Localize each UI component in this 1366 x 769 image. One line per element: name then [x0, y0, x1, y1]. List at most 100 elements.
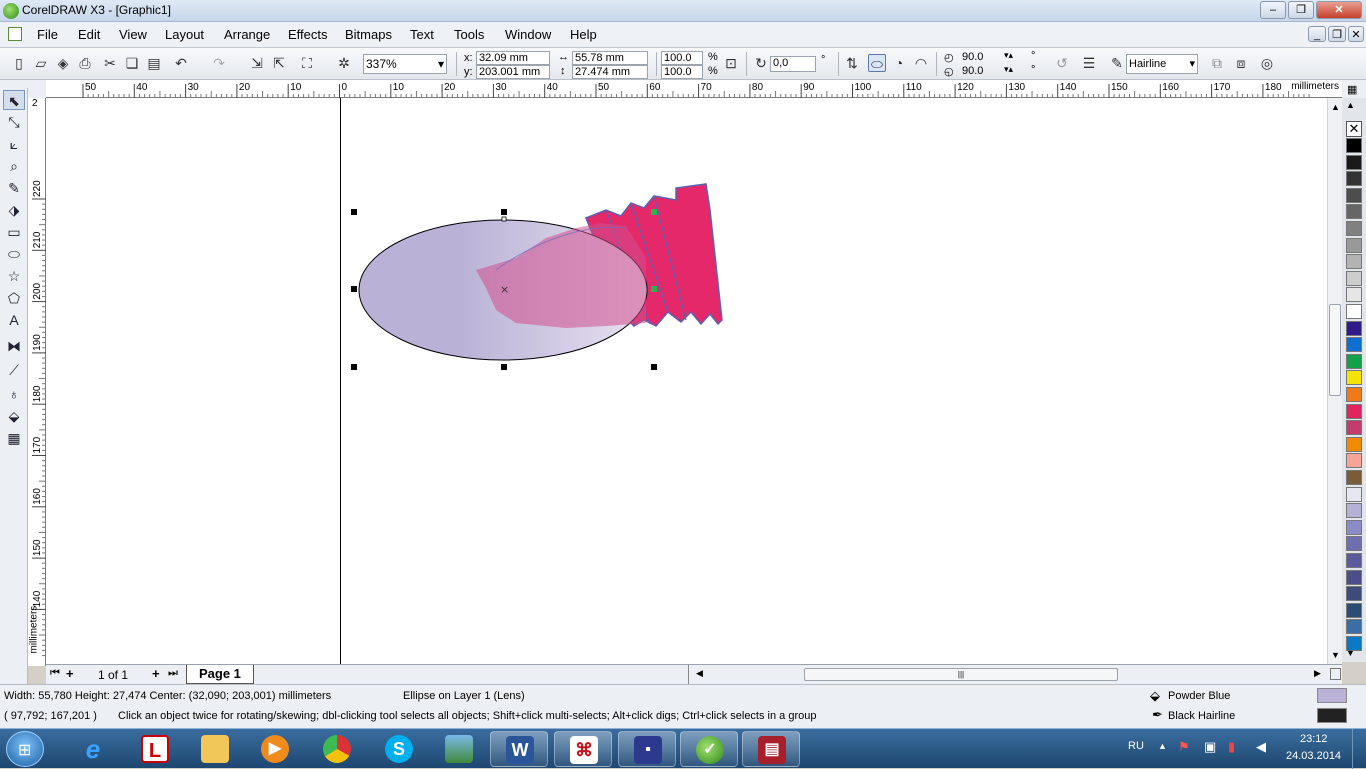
doc-minimize-button[interactable]: _: [1308, 26, 1326, 42]
palette-swatch[interactable]: [1346, 320, 1362, 336]
interactive-blend-tool-icon[interactable]: ⧓: [3, 336, 25, 356]
no-fill-swatch[interactable]: ✕: [1346, 121, 1362, 137]
palette-swatch[interactable]: [1346, 420, 1362, 436]
print-icon[interactable]: ⎙: [76, 54, 94, 72]
export-icon[interactable]: ⇱: [270, 54, 288, 72]
show-desktop-button[interactable]: [1352, 729, 1366, 769]
palette-swatch[interactable]: [1346, 569, 1362, 585]
network-warning-icon[interactable]: ⚑: [1178, 739, 1190, 755]
start-button[interactable]: ⊞: [6, 731, 44, 767]
last-page-icon[interactable]: ⏭: [168, 667, 178, 680]
palette-swatch[interactable]: [1346, 586, 1362, 602]
language-indicator[interactable]: RU: [1128, 740, 1144, 752]
mirror-icon[interactable]: ⇅: [843, 54, 861, 72]
volume-icon[interactable]: ◀: [1256, 739, 1266, 755]
save-icon[interactable]: ◈: [54, 54, 72, 72]
start-angle-field[interactable]: 90.0: [962, 51, 983, 63]
handle-top-left[interactable]: [351, 209, 357, 215]
convert-to-curves-icon[interactable]: ◎: [1258, 54, 1276, 72]
menu-bitmaps[interactable]: Bitmaps: [345, 27, 392, 42]
clock-time[interactable]: 23:12: [1300, 733, 1328, 745]
scroll-left-arrow-icon[interactable]: ◀: [696, 668, 703, 679]
taskbar-skype[interactable]: S: [370, 731, 422, 767]
palette-swatch[interactable]: [1346, 486, 1362, 502]
basic-shapes-tool-icon[interactable]: ⬠: [3, 288, 25, 308]
handle-middle-right[interactable]: [651, 286, 657, 292]
wrap-text-icon[interactable]: ☰: [1080, 54, 1098, 72]
clock-date[interactable]: 24.03.2014: [1286, 750, 1341, 762]
taskbar-save-utility[interactable]: ▪: [618, 731, 676, 767]
handle-bottom-left[interactable]: [351, 364, 357, 370]
palette-swatch[interactable]: [1346, 287, 1362, 303]
menu-effects[interactable]: Effects: [288, 27, 328, 42]
palette-swatch[interactable]: [1346, 453, 1362, 469]
navigator-icon[interactable]: [1330, 668, 1341, 680]
drawing-canvas[interactable]: ×: [46, 98, 1327, 664]
palette-swatch[interactable]: [1346, 270, 1362, 286]
palette-swatch[interactable]: [1346, 503, 1362, 519]
open-icon[interactable]: ▱: [32, 54, 50, 72]
scroll-right-arrow-icon[interactable]: ▶: [1314, 668, 1321, 679]
taskbar-photo-viewer[interactable]: [430, 731, 482, 767]
taskbar-winrar[interactable]: ▤: [742, 731, 800, 767]
y-position-field[interactable]: 203.001 mm: [476, 65, 550, 79]
palette-swatch[interactable]: [1346, 553, 1362, 568]
handle-middle-left[interactable]: [351, 286, 357, 292]
menu-view[interactable]: View: [119, 27, 147, 42]
palette-swatch[interactable]: [1346, 403, 1362, 419]
vertical-ruler[interactable]: 220 210 200 190 180 170 160 150 140 2 millimeter…: [28, 98, 46, 666]
start-angle-spinner[interactable]: ▾▴: [1004, 50, 1013, 61]
palette-swatch[interactable]: [1346, 204, 1362, 220]
palette-swatch[interactable]: [1346, 353, 1362, 369]
menu-text[interactable]: Text: [410, 27, 434, 42]
crop-tool-icon[interactable]: ⟀: [3, 134, 25, 154]
undo-icon[interactable]: ↶: [172, 54, 190, 72]
menu-arrange[interactable]: Arrange: [224, 27, 270, 42]
object-height-field[interactable]: 27.474 mm: [572, 65, 648, 79]
interactive-fill-tool-icon[interactable]: ▦: [3, 428, 25, 448]
menu-help[interactable]: Help: [570, 27, 597, 42]
document-icon[interactable]: [8, 27, 22, 41]
menu-window[interactable]: Window: [505, 27, 551, 42]
first-page-icon[interactable]: ⏮: [50, 667, 60, 680]
menu-file[interactable]: File: [37, 27, 58, 42]
handle-bottom-center[interactable]: [501, 364, 507, 370]
node-handle[interactable]: [501, 216, 507, 222]
zoom-level-dropdown[interactable]: 337% ▾: [363, 54, 447, 74]
import-icon[interactable]: ⇲: [248, 54, 266, 72]
paste-icon[interactable]: ▤: [145, 54, 163, 72]
palette-swatch[interactable]: [1346, 237, 1362, 253]
taskbar-acrobat[interactable]: ⌘: [554, 731, 612, 767]
menu-layout[interactable]: Layout: [165, 27, 204, 42]
menu-tools[interactable]: Tools: [454, 27, 484, 42]
palette-swatch[interactable]: [1346, 519, 1362, 535]
handle-top-right[interactable]: [651, 209, 657, 215]
outline-width-dropdown[interactable]: Hairline ▾: [1126, 54, 1198, 74]
palette-swatch[interactable]: [1346, 254, 1362, 270]
palette-swatch[interactable]: [1346, 619, 1362, 635]
pick-tool-icon[interactable]: ⬉: [3, 90, 25, 110]
vertical-scrollbar[interactable]: ▲ ▼: [1327, 98, 1342, 664]
eyedropper-tool-icon[interactable]: ⟋: [3, 360, 25, 380]
taskbar-chrome[interactable]: [308, 731, 360, 767]
minimize-button[interactable]: –: [1260, 1, 1286, 19]
rectangle-tool-icon[interactable]: ▭: [3, 222, 25, 242]
vertical-scroll-thumb[interactable]: [1329, 304, 1341, 396]
handle-top-center[interactable]: [501, 209, 507, 215]
to-back-icon[interactable]: ⧉: [1208, 54, 1226, 72]
arc-mode-icon[interactable]: ◠: [912, 54, 930, 72]
scroll-down-arrow-icon[interactable]: ▼: [1331, 650, 1340, 660]
handle-bottom-right[interactable]: [651, 364, 657, 370]
taskbar-lingvo[interactable]: L: [126, 731, 178, 767]
palette-swatch[interactable]: [1346, 436, 1362, 452]
fill-color-swatch[interactable]: [1317, 688, 1347, 703]
palette-swatch[interactable]: [1346, 370, 1362, 386]
signal-icon[interactable]: ▮: [1228, 739, 1235, 755]
shape-tool-icon[interactable]: ⤡: [3, 112, 25, 132]
coreldraw-app-icon[interactable]: [3, 3, 19, 19]
palette-scroll-up-icon[interactable]: ▲: [1346, 100, 1355, 110]
redo-icon[interactable]: ↷: [210, 54, 228, 72]
lock-ratio-icon[interactable]: ⊡: [722, 54, 740, 72]
application-launcher-icon[interactable]: ⛶: [298, 54, 316, 72]
palette-swatch[interactable]: [1346, 387, 1362, 402]
